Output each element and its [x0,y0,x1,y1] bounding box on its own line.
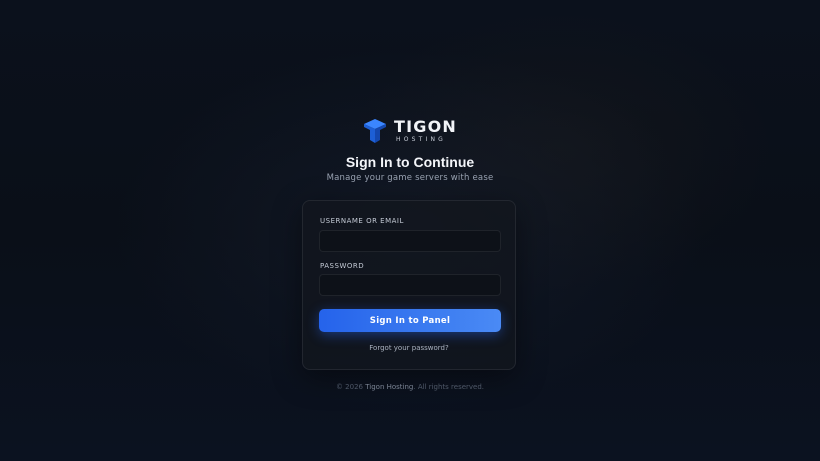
footer-copyright: © 2026 [335,383,366,391]
brand-name: TIGON [394,117,457,136]
brand-logo: TIGON HOSTING [362,118,457,144]
footer: © 2026 Tigon Hosting. All rights reserve… [0,383,820,391]
brand-text: TIGON HOSTING [394,119,457,143]
login-page: TIGON HOSTING Sign In to Continue Manage… [0,0,820,461]
forgot-password-link[interactable]: Forgot your password? [303,344,515,352]
username-label: USERNAME OR EMAIL [320,217,404,225]
username-input[interactable] [319,230,501,252]
password-input[interactable] [319,274,501,296]
footer-rights: . All rights reserved. [413,383,485,391]
brand-subtitle: HOSTING [396,136,447,143]
page-title: Sign In to Continue [345,154,475,170]
footer-company: Tigon Hosting [365,383,414,391]
password-label: PASSWORD [320,262,365,270]
sign-in-button[interactable]: Sign In to Panel [319,309,501,332]
login-card: USERNAME OR EMAIL PASSWORD Sign In to Pa… [302,200,516,370]
cube-icon [364,119,386,143]
page-subtitle: Manage your game servers with ease [326,173,494,183]
